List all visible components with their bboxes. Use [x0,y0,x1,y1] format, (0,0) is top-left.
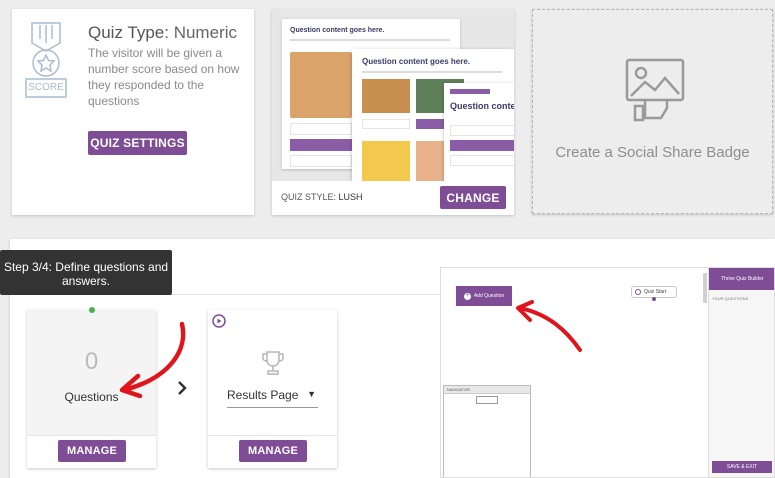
quiz-type-title: Quiz Type: Numeric [88,23,237,43]
builder-panel-title: Thrive Quiz Builder [709,268,774,290]
quiz-start-dot [652,297,656,301]
preview-heading-back: Question content goes here. [290,27,385,34]
add-question-label: Add Question [473,293,505,299]
navigator-header: NAVIGATOR [444,386,530,394]
quiz-style-label: QUIZ STYLE: LUSH [281,192,363,202]
image-hand-icon [625,58,685,122]
results-node[interactable]: Results Page ▼ MANAGE [208,310,337,468]
quiz-style-value: LUSH [338,192,363,202]
red-arrow-icon [516,300,582,352]
social-share-badge-card[interactable]: Create a Social Share Badge [532,9,773,214]
preview-heading-front: Question content goes here. [362,57,471,66]
change-style-button[interactable]: CHANGE [440,186,506,209]
quiz-builder-screenshot: + Add Question Quiz Start NAVIGATOR Thri… [440,267,775,478]
caret-down-icon: ▼ [307,389,316,399]
score-label: SCORE [28,82,64,93]
step-tooltip: Step 3/4: Define questions and answers. [0,250,172,295]
quiz-style-preview: Question content goes here. Question con… [272,9,514,181]
scroll-edge [703,273,707,303]
manage-questions-button[interactable]: MANAGE [58,440,126,462]
quiz-style-card: Question content goes here. Question con… [272,9,514,215]
your-questions-label: YOUR QUESTIONS [712,296,749,301]
play-icon [212,314,226,328]
quiz-style-prefix: QUIZ STYLE: [281,192,337,202]
navigator-panel: NAVIGATOR [443,385,531,477]
quiz-type-prefix: Quiz Type: [88,23,169,42]
quiz-type-description: The visitor will be given a number score… [88,46,240,108]
manage-results-button[interactable]: MANAGE [239,440,307,462]
results-select-value: Results Page [227,388,299,402]
quiz-type-value: Numeric [173,23,237,42]
preview-heading-right: Question content [450,101,514,111]
navigator-viewport [476,396,498,404]
results-node-footer: MANAGE [208,435,337,468]
quiz-start-label: Quiz Start [644,289,667,295]
quiz-type-card: SCORE Quiz Type: Numeric The visitor wil… [12,9,254,215]
quiz-settings-button[interactable]: QUIZ SETTINGS [88,131,187,155]
status-dot [89,307,95,313]
add-question-button[interactable]: + Add Question [456,286,512,306]
save-exit-button[interactable]: SAVE & EXIT [712,461,772,473]
plus-icon: + [463,292,471,300]
preview-page-right: Question content [444,83,514,181]
builder-side-panel: Thrive Quiz Builder YOUR QUESTIONS SAVE … [708,268,774,477]
trophy-icon [262,351,284,375]
questions-node-footer: MANAGE [27,435,156,468]
social-share-badge-label: Create a Social Share Badge [555,144,750,161]
results-page-select[interactable]: Results Page ▼ [227,388,318,408]
red-arrow-icon [119,321,186,399]
play-small-icon [635,289,641,295]
